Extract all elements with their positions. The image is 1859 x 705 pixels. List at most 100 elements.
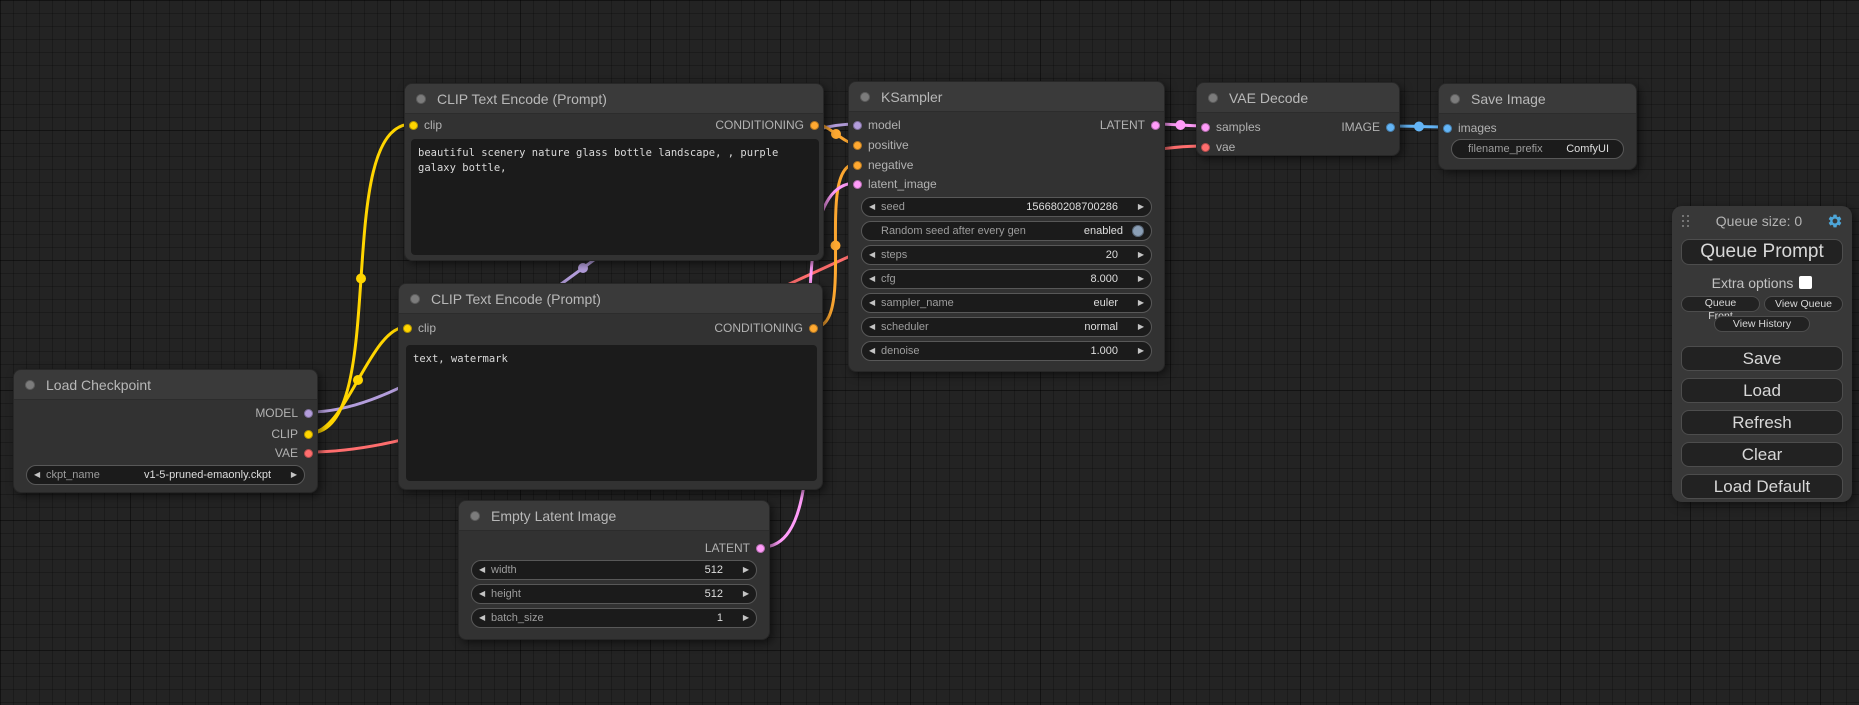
save-image-node[interactable]: Save Image images filename_prefixComfyUI [1438,83,1637,170]
images-slot-dot[interactable] [1443,124,1452,133]
model-slot-dot[interactable] [853,121,862,130]
vae-decode-node[interactable]: VAE Decode samples vae IMAGE [1196,82,1400,156]
increment-arrow-icon[interactable]: ▶ [1138,299,1144,307]
positive-input-slot[interactable]: positive [849,136,909,154]
LATENT-slot-dot[interactable] [1151,121,1160,130]
increment-arrow-icon[interactable]: ▶ [1138,203,1144,211]
LATENT-output-slot[interactable]: LATENT [705,539,769,557]
samples-input-slot[interactable]: samples [1197,118,1261,136]
VAE-output-slot[interactable]: VAE [275,444,317,462]
widget-scheduler[interactable]: ◀schedulernormal▶ [861,317,1152,337]
CLIP-output-slot[interactable]: CLIP [271,425,317,443]
samples-slot-dot[interactable] [1201,123,1210,132]
decrement-arrow-icon[interactable]: ◀ [869,323,875,331]
widget-height[interactable]: ◀height512▶ [471,584,757,604]
CONDITIONING-slot-dot[interactable] [810,121,819,130]
increment-arrow-icon[interactable]: ▶ [1138,323,1144,331]
negative-slot-dot[interactable] [853,161,862,170]
queue-prompt-button[interactable]: Queue Prompt [1681,239,1843,265]
node-title-bar[interactable]: CLIP Text Encode (Prompt) [405,84,823,114]
prompt-textarea[interactable]: beautiful scenery nature glass bottle la… [411,139,819,255]
collapse-dot-icon[interactable] [25,380,35,390]
CLIP-slot-dot[interactable] [304,430,313,439]
node-title-bar[interactable]: Save Image [1439,84,1636,114]
vae-slot-dot[interactable] [1201,143,1210,152]
clip-text-encode-negative-node[interactable]: CLIP Text Encode (Prompt) clip CONDITIONIN… [398,283,823,490]
view-queue-button[interactable]: View Queue [1764,296,1843,312]
node-title-bar[interactable]: Load Checkpoint [14,370,317,400]
increment-arrow-icon[interactable]: ▶ [291,471,297,479]
empty-latent-image-node[interactable]: Empty Latent Image LATENT ◀width512▶ ◀heigh… [458,500,770,640]
extra-options-checkbox[interactable] [1799,276,1812,289]
view-history-button[interactable]: View History [1714,316,1810,332]
ksampler-node[interactable]: KSampler model positive negativelatent_imag… [848,81,1165,372]
MODEL-output-slot[interactable]: MODEL [255,404,317,422]
decrement-arrow-icon[interactable]: ◀ [869,347,875,355]
widget-batch-size[interactable]: ◀batch_size1▶ [471,608,757,628]
clip-slot-dot[interactable] [409,121,418,130]
latent_image-input-slot[interactable]: latent_image [849,175,937,193]
MODEL-slot-dot[interactable] [304,409,313,418]
VAE-slot-dot[interactable] [304,449,313,458]
CONDITIONING-output-slot[interactable]: CONDITIONING [714,319,822,337]
clip-text-encode-positive-node[interactable]: CLIP Text Encode (Prompt) clip CONDITIONIN… [404,83,824,261]
node-graph-canvas[interactable]: Load Checkpoint MODEL CLIPVAE ◀ckpt_namev1-… [0,0,1859,705]
IMAGE-output-slot[interactable]: IMAGE [1341,118,1399,136]
increment-arrow-icon[interactable]: ▶ [743,614,749,622]
node-title-bar[interactable]: CLIP Text Encode (Prompt) [399,284,822,314]
decrement-arrow-icon[interactable]: ◀ [869,203,875,211]
CONDITIONING-output-slot[interactable]: CONDITIONING [715,116,823,134]
widget-seed[interactable]: ◀seed156680208700286▶ [861,197,1152,217]
vae-input-slot[interactable]: vae [1197,138,1235,156]
collapse-dot-icon[interactable] [410,294,420,304]
load-default-button[interactable]: Load Default [1681,474,1843,499]
node-title-bar[interactable]: Empty Latent Image [459,501,769,531]
clip-slot-dot[interactable] [403,324,412,333]
LATENT-slot-dot[interactable] [756,544,765,553]
model-input-slot[interactable]: model [849,116,901,134]
negative-input-slot[interactable]: negative [849,156,913,174]
toggle-knob-icon[interactable] [1132,225,1144,237]
decrement-arrow-icon[interactable]: ◀ [34,471,40,479]
increment-arrow-icon[interactable]: ▶ [1138,347,1144,355]
increment-arrow-icon[interactable]: ▶ [743,590,749,598]
widget-ckpt-name[interactable]: ◀ckpt_namev1-5-pruned-emaonly.ckpt▶ [26,465,305,485]
prompt-textarea[interactable]: text, watermark [406,345,817,481]
widget-filename-prefix[interactable]: filename_prefixComfyUI [1451,139,1624,159]
collapse-dot-icon[interactable] [416,94,426,104]
widget-width[interactable]: ◀width512▶ [471,560,757,580]
CONDITIONING-slot-dot[interactable] [809,324,818,333]
refresh-button[interactable]: Refresh [1681,410,1843,435]
IMAGE-slot-dot[interactable] [1386,123,1395,132]
widget-sampler-name[interactable]: ◀sampler_nameeuler▶ [861,293,1152,313]
increment-arrow-icon[interactable]: ▶ [1138,251,1144,259]
collapse-dot-icon[interactable] [1208,93,1218,103]
increment-arrow-icon[interactable]: ▶ [743,566,749,574]
collapse-dot-icon[interactable] [860,92,870,102]
clip-input-slot[interactable]: clip [405,116,442,134]
settings-gear-icon[interactable] [1827,213,1843,229]
clip-input-slot[interactable]: clip [399,319,436,337]
decrement-arrow-icon[interactable]: ◀ [869,299,875,307]
collapse-dot-icon[interactable] [470,511,480,521]
increment-arrow-icon[interactable]: ▶ [1138,275,1144,283]
positive-slot-dot[interactable] [853,141,862,150]
decrement-arrow-icon[interactable]: ◀ [479,566,485,574]
node-title-bar[interactable]: KSampler [849,82,1164,112]
widget-denoise[interactable]: ◀denoise1.000▶ [861,341,1152,361]
clear-button[interactable]: Clear [1681,442,1843,467]
save-button[interactable]: Save [1681,346,1843,371]
latent_image-slot-dot[interactable] [853,180,862,189]
collapse-dot-icon[interactable] [1450,94,1460,104]
decrement-arrow-icon[interactable]: ◀ [479,614,485,622]
queue-front-button[interactable]: Queue Front [1681,296,1760,312]
widget-cfg[interactable]: ◀cfg8.000▶ [861,269,1152,289]
LATENT-output-slot[interactable]: LATENT [1100,116,1164,134]
images-input-slot[interactable]: images [1439,119,1497,137]
decrement-arrow-icon[interactable]: ◀ [869,251,875,259]
load-button[interactable]: Load [1681,378,1843,403]
load-checkpoint-node[interactable]: Load Checkpoint MODEL CLIPVAE ◀ckpt_namev1-… [13,369,318,493]
decrement-arrow-icon[interactable]: ◀ [869,275,875,283]
node-title-bar[interactable]: VAE Decode [1197,83,1399,113]
widget-steps[interactable]: ◀steps20▶ [861,245,1152,265]
